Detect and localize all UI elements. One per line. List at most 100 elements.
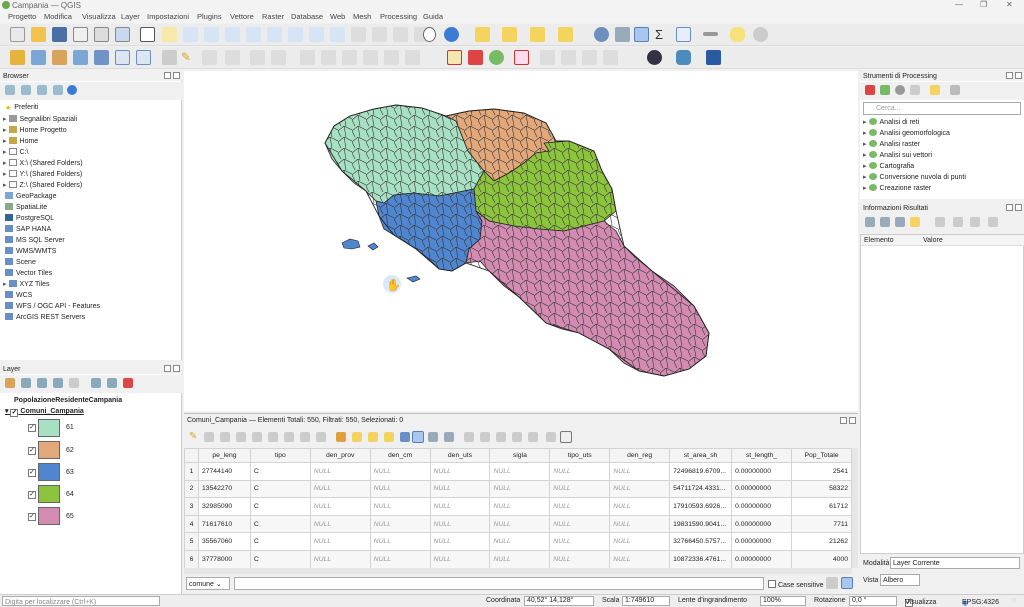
table-cell[interactable]: NULL — [609, 514, 671, 534]
move-selection-top-icon[interactable] — [412, 431, 424, 443]
zoom-last-icon[interactable] — [309, 27, 324, 42]
table-cell[interactable]: NULL — [549, 514, 611, 534]
layer-comuni-campania[interactable]: ▾ ✓ Comuni_Campania — [5, 407, 84, 417]
processing-item[interactable]: ▸ Analisi raster — [863, 140, 920, 151]
table-cell[interactable]: C — [249, 497, 311, 516]
collapse-all-layers-icon[interactable] — [107, 378, 117, 388]
table-row[interactable]: 5 35567060 C NULL NULL NULL NULL NULL NULL 327664… — [184, 532, 852, 551]
paste-rows-icon[interactable] — [316, 432, 326, 442]
invert-selection-icon[interactable] — [368, 432, 378, 442]
select-features-icon[interactable] — [502, 27, 517, 42]
case-sensitive-checkbox[interactable]: Case sensitive — [768, 580, 823, 589]
expand-tree-icon[interactable] — [865, 217, 875, 227]
identify-features-icon[interactable] — [594, 27, 609, 42]
column-header[interactable]: st_length_ — [731, 448, 792, 463]
locator-search-input[interactable]: Digita per localizzare (Ctrl+K) — [2, 596, 160, 606]
table-cell[interactable]: NULL — [429, 479, 491, 499]
table-cell[interactable]: 32766450.5757... — [669, 532, 733, 551]
column-header[interactable]: den_reg — [609, 448, 671, 463]
redo-icon[interactable] — [405, 50, 420, 65]
quickmapservices-icon[interactable] — [647, 50, 662, 65]
table-cell[interactable]: NULL — [369, 549, 431, 568]
row-number[interactable]: 3 — [184, 497, 199, 516]
table-cell[interactable]: 0.00000000 — [731, 479, 792, 499]
remove-layer-icon[interactable] — [123, 378, 133, 388]
float-results-icon[interactable] — [1006, 204, 1013, 211]
table-row[interactable]: 4 71617610 C NULL NULL NULL NULL NULL NULL 198315… — [184, 514, 852, 534]
close-icon[interactable]: ✕ — [1006, 0, 1013, 9]
column-header[interactable]: den_uts — [429, 448, 491, 463]
table-cell[interactable]: NULL — [549, 497, 611, 516]
menu-layer[interactable]: Layer — [121, 12, 140, 21]
browser-item-home[interactable]: ▸ Home — [3, 137, 38, 148]
table-cell[interactable]: 19831590.9041... — [669, 514, 733, 534]
table-cell[interactable]: NULL — [489, 462, 551, 481]
browser-item-sap-hana[interactable]: SAP HANA — [3, 225, 51, 236]
map-tips-icon[interactable] — [730, 27, 745, 42]
statistics-sigma-icon[interactable]: Σ — [655, 27, 670, 42]
messages-icon[interactable]: ◌ — [1012, 597, 1016, 604]
dock-table-icon[interactable] — [560, 431, 572, 443]
browser-item-wms[interactable]: WMS/WMTS — [3, 247, 56, 258]
browser-item-postgresql[interactable]: PostgreSQL — [3, 214, 54, 225]
temporal-controller-icon[interactable] — [423, 27, 436, 42]
change-label-icon[interactable] — [582, 50, 597, 65]
table-cell[interactable]: 37778000 — [197, 549, 251, 568]
identify-icon[interactable] — [475, 27, 490, 42]
table-cell[interactable]: NULL — [369, 479, 431, 499]
float-panel-icon[interactable] — [164, 72, 171, 79]
options-icon[interactable] — [950, 85, 960, 95]
table-cell[interactable]: NULL — [429, 462, 491, 481]
minimize-icon[interactable]: — — [955, 0, 963, 9]
class-checkbox-65[interactable]: ✓ — [28, 513, 36, 521]
menu-visualizza[interactable]: Visualizza — [82, 12, 116, 21]
zoom-in-icon[interactable] — [183, 27, 198, 42]
browser-item-y[interactable]: ▸ Y:\ (Shared Folders) — [3, 170, 82, 181]
row-number[interactable]: 2 — [184, 479, 199, 499]
browser-item-wfs[interactable]: WFS / OGC API - Features — [3, 302, 100, 313]
column-header[interactable]: tipo_uts — [549, 448, 611, 463]
column-header[interactable]: st_area_sh — [669, 448, 733, 463]
collapse-tree-icon[interactable] — [880, 217, 890, 227]
save-project-icon[interactable] — [52, 27, 67, 42]
select-expression-icon[interactable] — [336, 432, 346, 442]
table-cell[interactable]: 54711724.4331... — [669, 479, 733, 499]
class-checkbox-64[interactable]: ✓ — [28, 491, 36, 499]
browser-item-wcs[interactable]: WCS — [3, 291, 32, 302]
new-shapefile-icon[interactable] — [115, 50, 130, 65]
table-cell[interactable]: C — [249, 462, 311, 481]
new-3d-view-icon[interactable] — [372, 27, 387, 42]
label-tool-icon[interactable] — [447, 50, 462, 65]
zoom-selection-icon[interactable] — [246, 27, 261, 42]
processing-toolbox-icon[interactable] — [634, 27, 649, 42]
modify-attributes-icon[interactable] — [271, 50, 286, 65]
new-geopackage-icon[interactable] — [136, 50, 151, 65]
float-layers-icon[interactable] — [164, 365, 171, 372]
table-cell[interactable]: NULL — [549, 479, 611, 499]
edit-pencil-icon[interactable]: ✎ — [189, 432, 199, 442]
column-header[interactable]: Pop_Totale — [791, 448, 852, 463]
models-icon[interactable] — [865, 85, 875, 95]
browser-item-z[interactable]: ▸ Z:\ (Shared Folders) — [3, 181, 82, 192]
processing-item[interactable]: ▸ Conversione nuvola di punti — [863, 173, 966, 184]
plugin-help-icon[interactable] — [706, 50, 721, 65]
row-number[interactable]: 6 — [184, 549, 199, 568]
bookmark-icon[interactable] — [393, 27, 408, 42]
processing-search-input[interactable]: Cerca... — [863, 102, 1021, 115]
add-row-icon[interactable] — [252, 432, 262, 442]
table-cell[interactable]: NULL — [609, 497, 671, 516]
table-cell[interactable]: 0.00000000 — [731, 462, 792, 481]
map-canvas[interactable]: ✋ — [184, 71, 858, 411]
menu-processing[interactable]: Processing — [380, 12, 417, 21]
table-cell[interactable]: 0.00000000 — [731, 514, 792, 534]
table-cell[interactable]: 32985090 — [197, 497, 251, 516]
column-header[interactable]: sigla — [489, 448, 551, 463]
processing-item[interactable]: ▸ Analisi geomorfologica — [863, 129, 950, 140]
add-group-icon[interactable] — [21, 378, 31, 388]
add-mesh-layer-icon[interactable] — [73, 50, 88, 65]
table-cell[interactable]: NULL — [309, 462, 371, 481]
table-cell[interactable]: 17910593.6926... — [669, 497, 733, 516]
table-cell[interactable]: 4000 — [791, 549, 852, 568]
close-panel-icon[interactable] — [173, 72, 180, 79]
coordinate-value[interactable]: 40,52° 14,128° — [524, 596, 594, 606]
